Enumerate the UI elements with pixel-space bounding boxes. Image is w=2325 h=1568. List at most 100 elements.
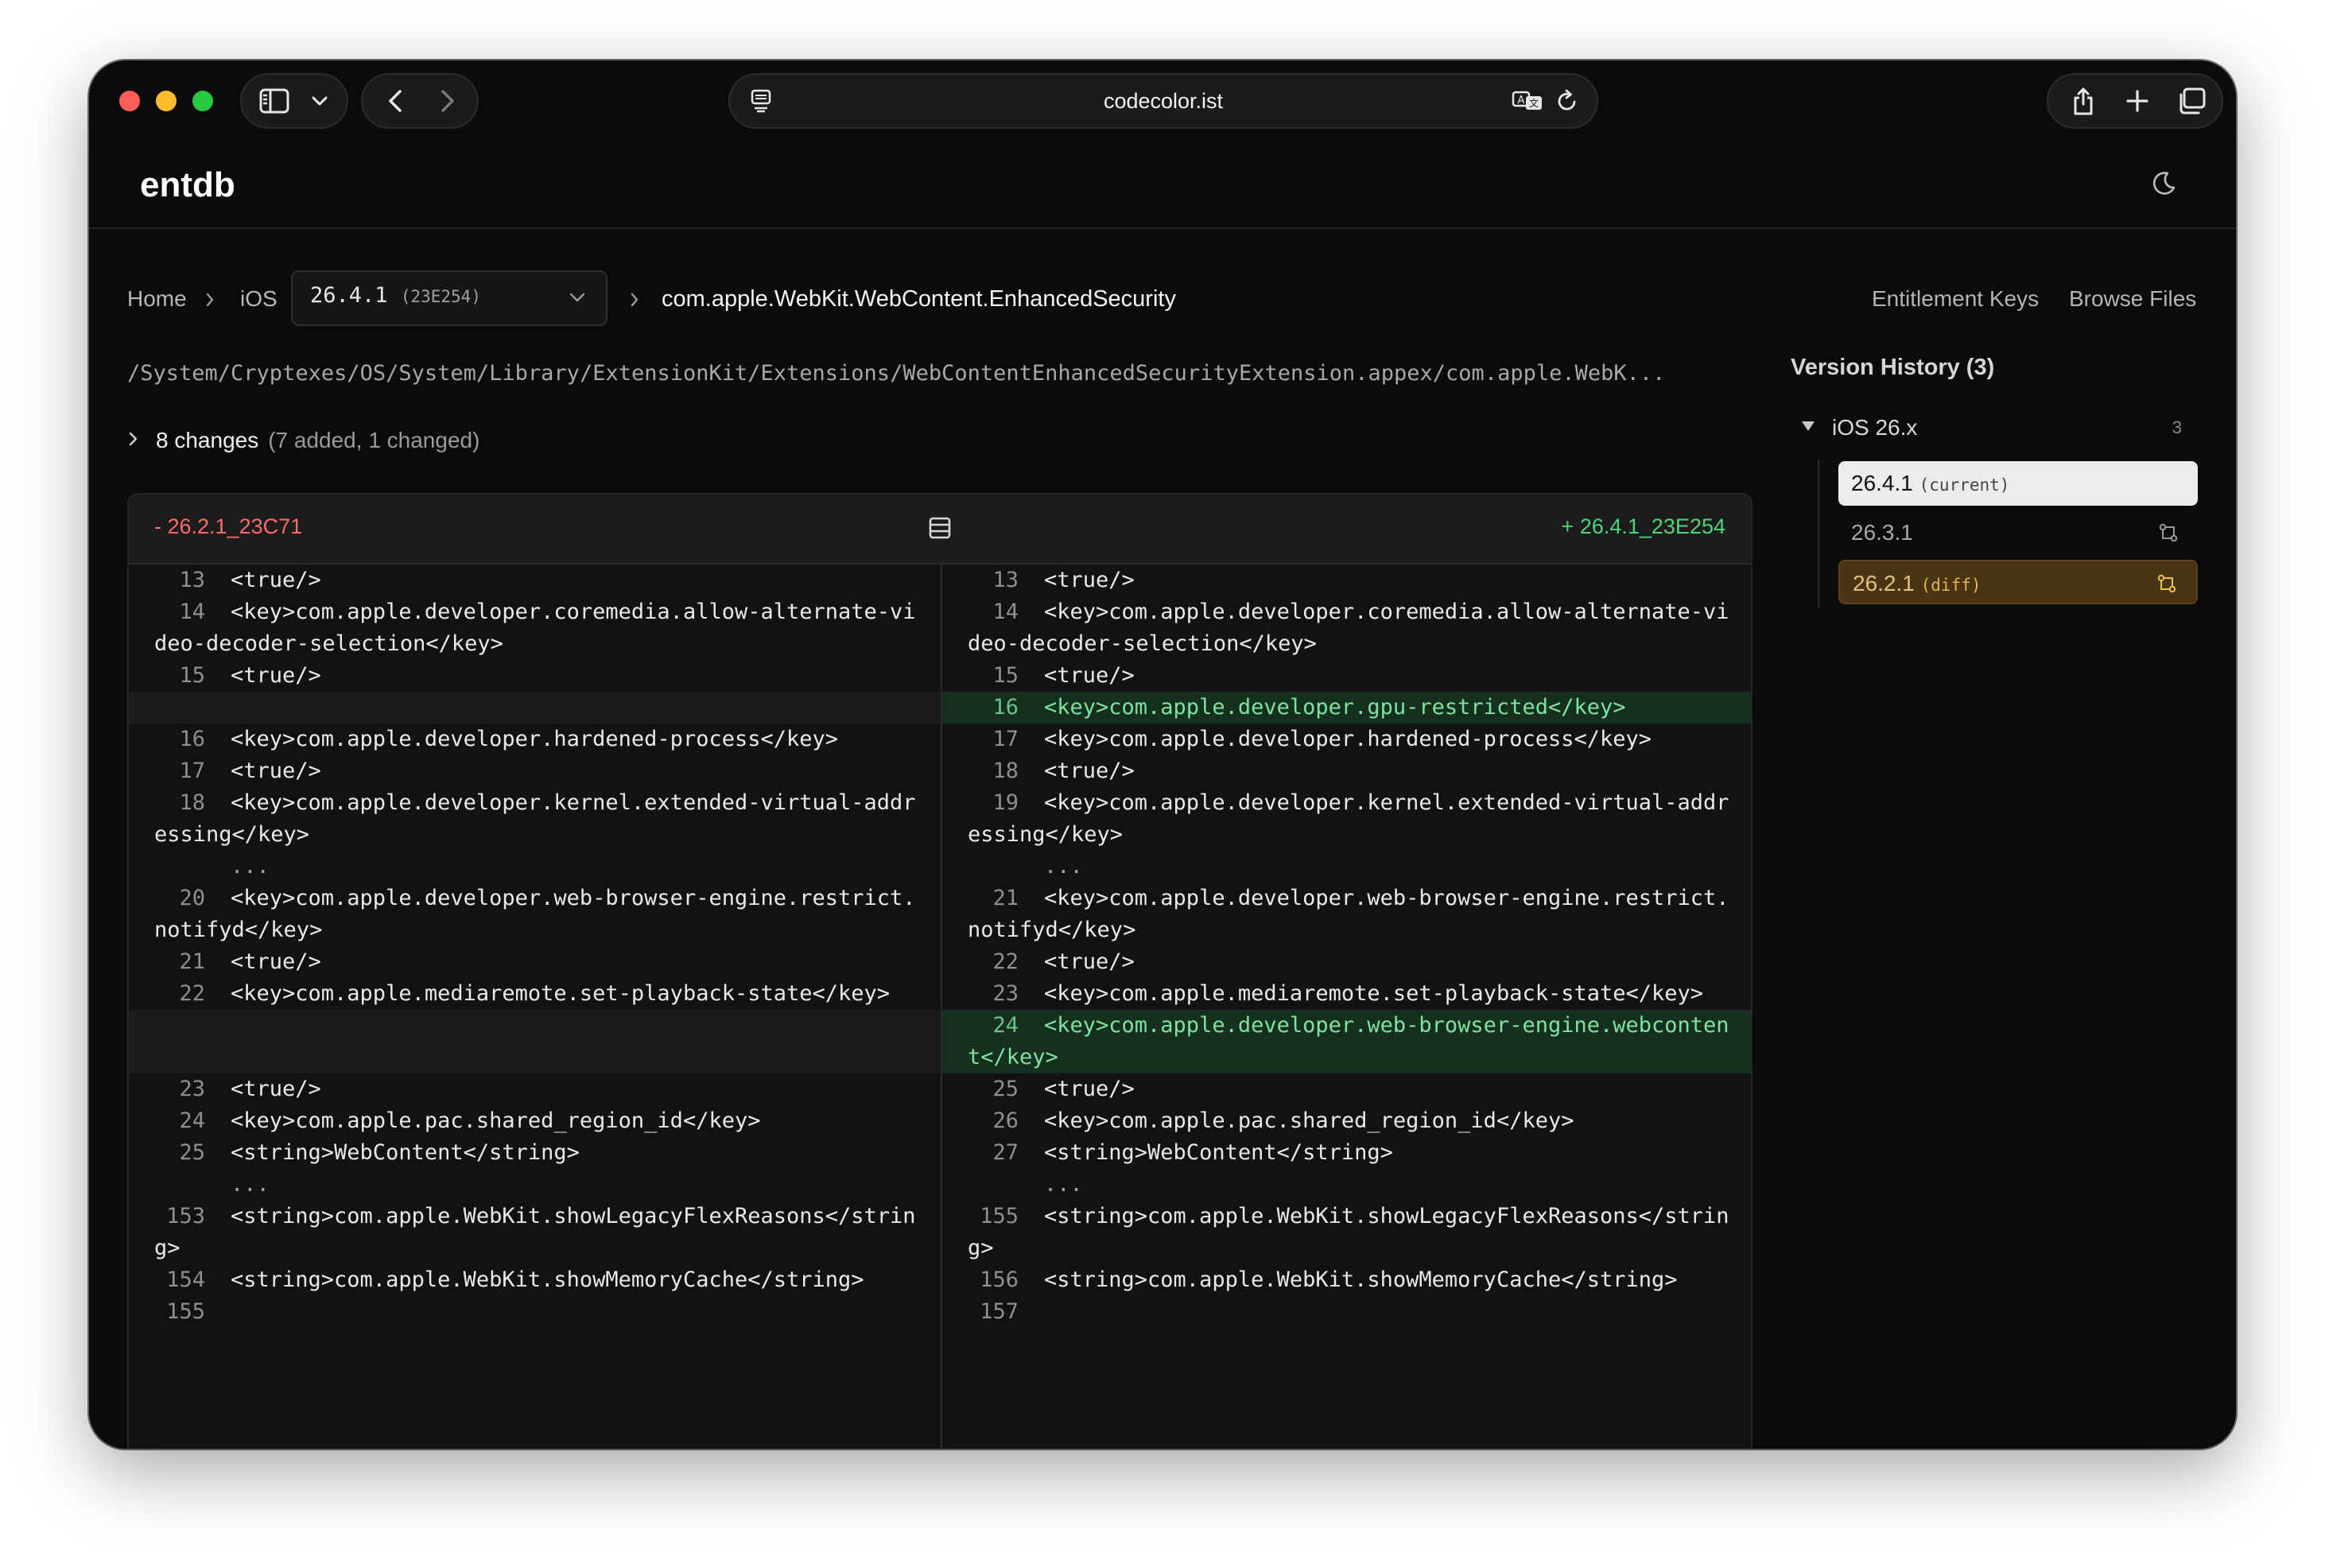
compare-icon[interactable] xyxy=(2158,522,2179,547)
breadcrumb-home[interactable]: Home xyxy=(127,283,187,315)
line-number: 18 xyxy=(992,759,1019,783)
code-text: <string>WebContent</string> xyxy=(1044,1140,1393,1165)
code-text: <true/> xyxy=(1044,759,1135,783)
code-text: <key>com.apple.developer.web-browser-eng… xyxy=(968,1013,1729,1069)
svg-text:文: 文 xyxy=(1529,97,1539,109)
moon-icon[interactable] xyxy=(2150,170,2177,201)
diff-row: 14 <key>com.apple.developer.coremedia.all… xyxy=(129,596,941,660)
code-text: <key>com.apple.mediaremote.set-playback-… xyxy=(231,981,891,1006)
line-number: 23 xyxy=(179,1077,205,1101)
code-text: <true/> xyxy=(231,663,321,688)
tabs-overview-icon[interactable] xyxy=(2168,75,2215,127)
diff-row: 19 <key>com.apple.developer.kernel.extend… xyxy=(942,787,1751,851)
code-text: <string>com.apple.WebKit.showLegacyFlexR… xyxy=(968,1204,1729,1260)
diff-row: 21 <key>com.apple.developer.web-browser-e… xyxy=(942,883,1751,946)
version-item[interactable]: 26.3.1 xyxy=(1838,510,2198,555)
version-item-label: 26.3.1 xyxy=(1851,520,1913,545)
forward-icon[interactable] xyxy=(428,75,468,127)
line-number: 155 xyxy=(166,1299,205,1324)
breadcrumb-platform[interactable]: iOS xyxy=(240,283,278,315)
code-text: <true/> xyxy=(231,949,321,974)
diff-row: 27 <string>WebContent</string> xyxy=(942,1137,1751,1169)
changes-summary[interactable]: 8 changes (7 added, 1 changed) xyxy=(127,425,479,456)
line-number: 13 xyxy=(992,568,1019,592)
line-number: 16 xyxy=(179,727,205,751)
diff-row: 15 <true/> xyxy=(942,660,1751,692)
share-icon[interactable] xyxy=(2059,75,2107,127)
line-number: 24 xyxy=(992,1013,1019,1038)
diff-row: 22 <key>com.apple.mediaremote.set-playbac… xyxy=(129,978,941,1010)
diff-row: ... xyxy=(942,851,1751,883)
minimize-window-button[interactable] xyxy=(156,91,177,111)
code-text: ... xyxy=(231,854,270,879)
zoom-window-button[interactable] xyxy=(192,91,213,111)
version-group-rule xyxy=(1818,460,1819,607)
diff-row: 14 <key>com.apple.developer.coremedia.all… xyxy=(942,596,1751,660)
line-number: 17 xyxy=(179,759,205,783)
window-actions xyxy=(2047,73,2223,129)
code-text: <key>com.apple.pac.shared_region_id</key… xyxy=(231,1108,761,1133)
line-number: 19 xyxy=(992,790,1019,815)
diff-row: 24 <key>com.apple.pac.shared_region_id</k… xyxy=(129,1105,941,1137)
line-number: 23 xyxy=(992,981,1019,1006)
diff-row: ... xyxy=(129,851,941,883)
diff-row: 157 xyxy=(942,1296,1751,1328)
code-text: <true/> xyxy=(231,759,321,783)
new-version-label: + 26.4.1_23E254 xyxy=(1561,514,1725,538)
line-number: 156 xyxy=(980,1267,1019,1292)
sidebar-icon[interactable] xyxy=(254,75,294,127)
line-number: 22 xyxy=(179,981,205,1006)
line-number: 15 xyxy=(992,663,1019,688)
code-text: <true/> xyxy=(231,1077,321,1101)
diff-row: 13 <true/> xyxy=(942,565,1751,596)
version-group-toggle[interactable]: iOS 26.x 3 xyxy=(1800,412,2182,444)
code-text: ... xyxy=(1044,854,1083,879)
address-bar[interactable]: codecolor.ist A文 xyxy=(728,73,1598,129)
site-logo[interactable]: entdb xyxy=(140,165,235,205)
diff-column-new: 13 <true/> 14 <key>com.apple.developer.core… xyxy=(942,565,1751,1449)
diff-row: 156 <string>com.apple.WebKit.showMemoryCa… xyxy=(942,1264,1751,1296)
line-number: 25 xyxy=(992,1077,1019,1101)
diff-column-old: 13 <true/> 14 <key>com.apple.developer.core… xyxy=(129,565,942,1449)
diff-row: 23 <key>com.apple.mediaremote.set-playbac… xyxy=(942,978,1751,1010)
compare-icon[interactable] xyxy=(2156,573,2177,598)
reload-icon[interactable] xyxy=(1549,75,1586,127)
translate-icon[interactable]: A文 xyxy=(1509,75,1546,127)
close-window-button[interactable] xyxy=(119,91,140,111)
chevron-down-icon[interactable] xyxy=(304,75,336,127)
chevron-right-icon xyxy=(127,431,138,451)
diff-row: 17 <true/> xyxy=(129,755,941,787)
old-version-label: - 26.2.1_23C71 xyxy=(154,514,303,538)
version-item-diff[interactable]: 26.2.1 (diff) xyxy=(1838,560,2198,604)
back-icon[interactable] xyxy=(375,75,415,127)
line-number: 22 xyxy=(992,949,1019,974)
chevron-right-icon xyxy=(205,293,215,311)
code-text: <key>com.apple.developer.kernel.extended… xyxy=(968,790,1729,847)
version-item-label: 26.4.1 (current) xyxy=(1851,471,2010,495)
browse-files-link[interactable]: Browse Files xyxy=(2069,283,2196,315)
line-number: 153 xyxy=(166,1204,205,1228)
version-select[interactable]: 26.4.1 (23E254) xyxy=(291,270,607,326)
line-number: 14 xyxy=(179,600,205,624)
version-history-title: Version History (3) xyxy=(1791,355,1995,380)
diff-row xyxy=(129,1010,941,1073)
split-view-icon[interactable] xyxy=(929,517,951,543)
version-item-current[interactable]: 26.4.1 (current) xyxy=(1838,461,2198,506)
new-tab-icon[interactable] xyxy=(2115,75,2160,127)
code-text: <string>com.apple.WebKit.showMemoryCache… xyxy=(1044,1267,1678,1292)
code-text: <key>com.apple.developer.gpu-restricted<… xyxy=(1044,695,1626,720)
version-select-value: 26.4.1 (23E254) xyxy=(310,283,481,308)
version-group-label: iOS 26.x xyxy=(1832,415,1918,440)
entitlement-keys-link[interactable]: Entitlement Keys xyxy=(1872,283,2039,315)
diff-panel: - 26.2.1_23C71 + 26.4.1_23E254 13 <true/>… xyxy=(127,493,1752,1449)
line-number: 21 xyxy=(179,949,205,974)
diff-row: 26 <key>com.apple.pac.shared_region_id</k… xyxy=(942,1105,1751,1137)
line-number: 155 xyxy=(980,1204,1019,1228)
diff-row: 23 <true/> xyxy=(129,1073,941,1105)
diff-row: 18 <key>com.apple.developer.kernel.extend… xyxy=(129,787,941,851)
diff-row xyxy=(129,692,941,724)
line-number: 15 xyxy=(179,663,205,688)
title-bar: codecolor.ist A文 xyxy=(89,60,2236,143)
line-number: 20 xyxy=(179,886,205,910)
site-header: entdb xyxy=(89,143,2236,229)
